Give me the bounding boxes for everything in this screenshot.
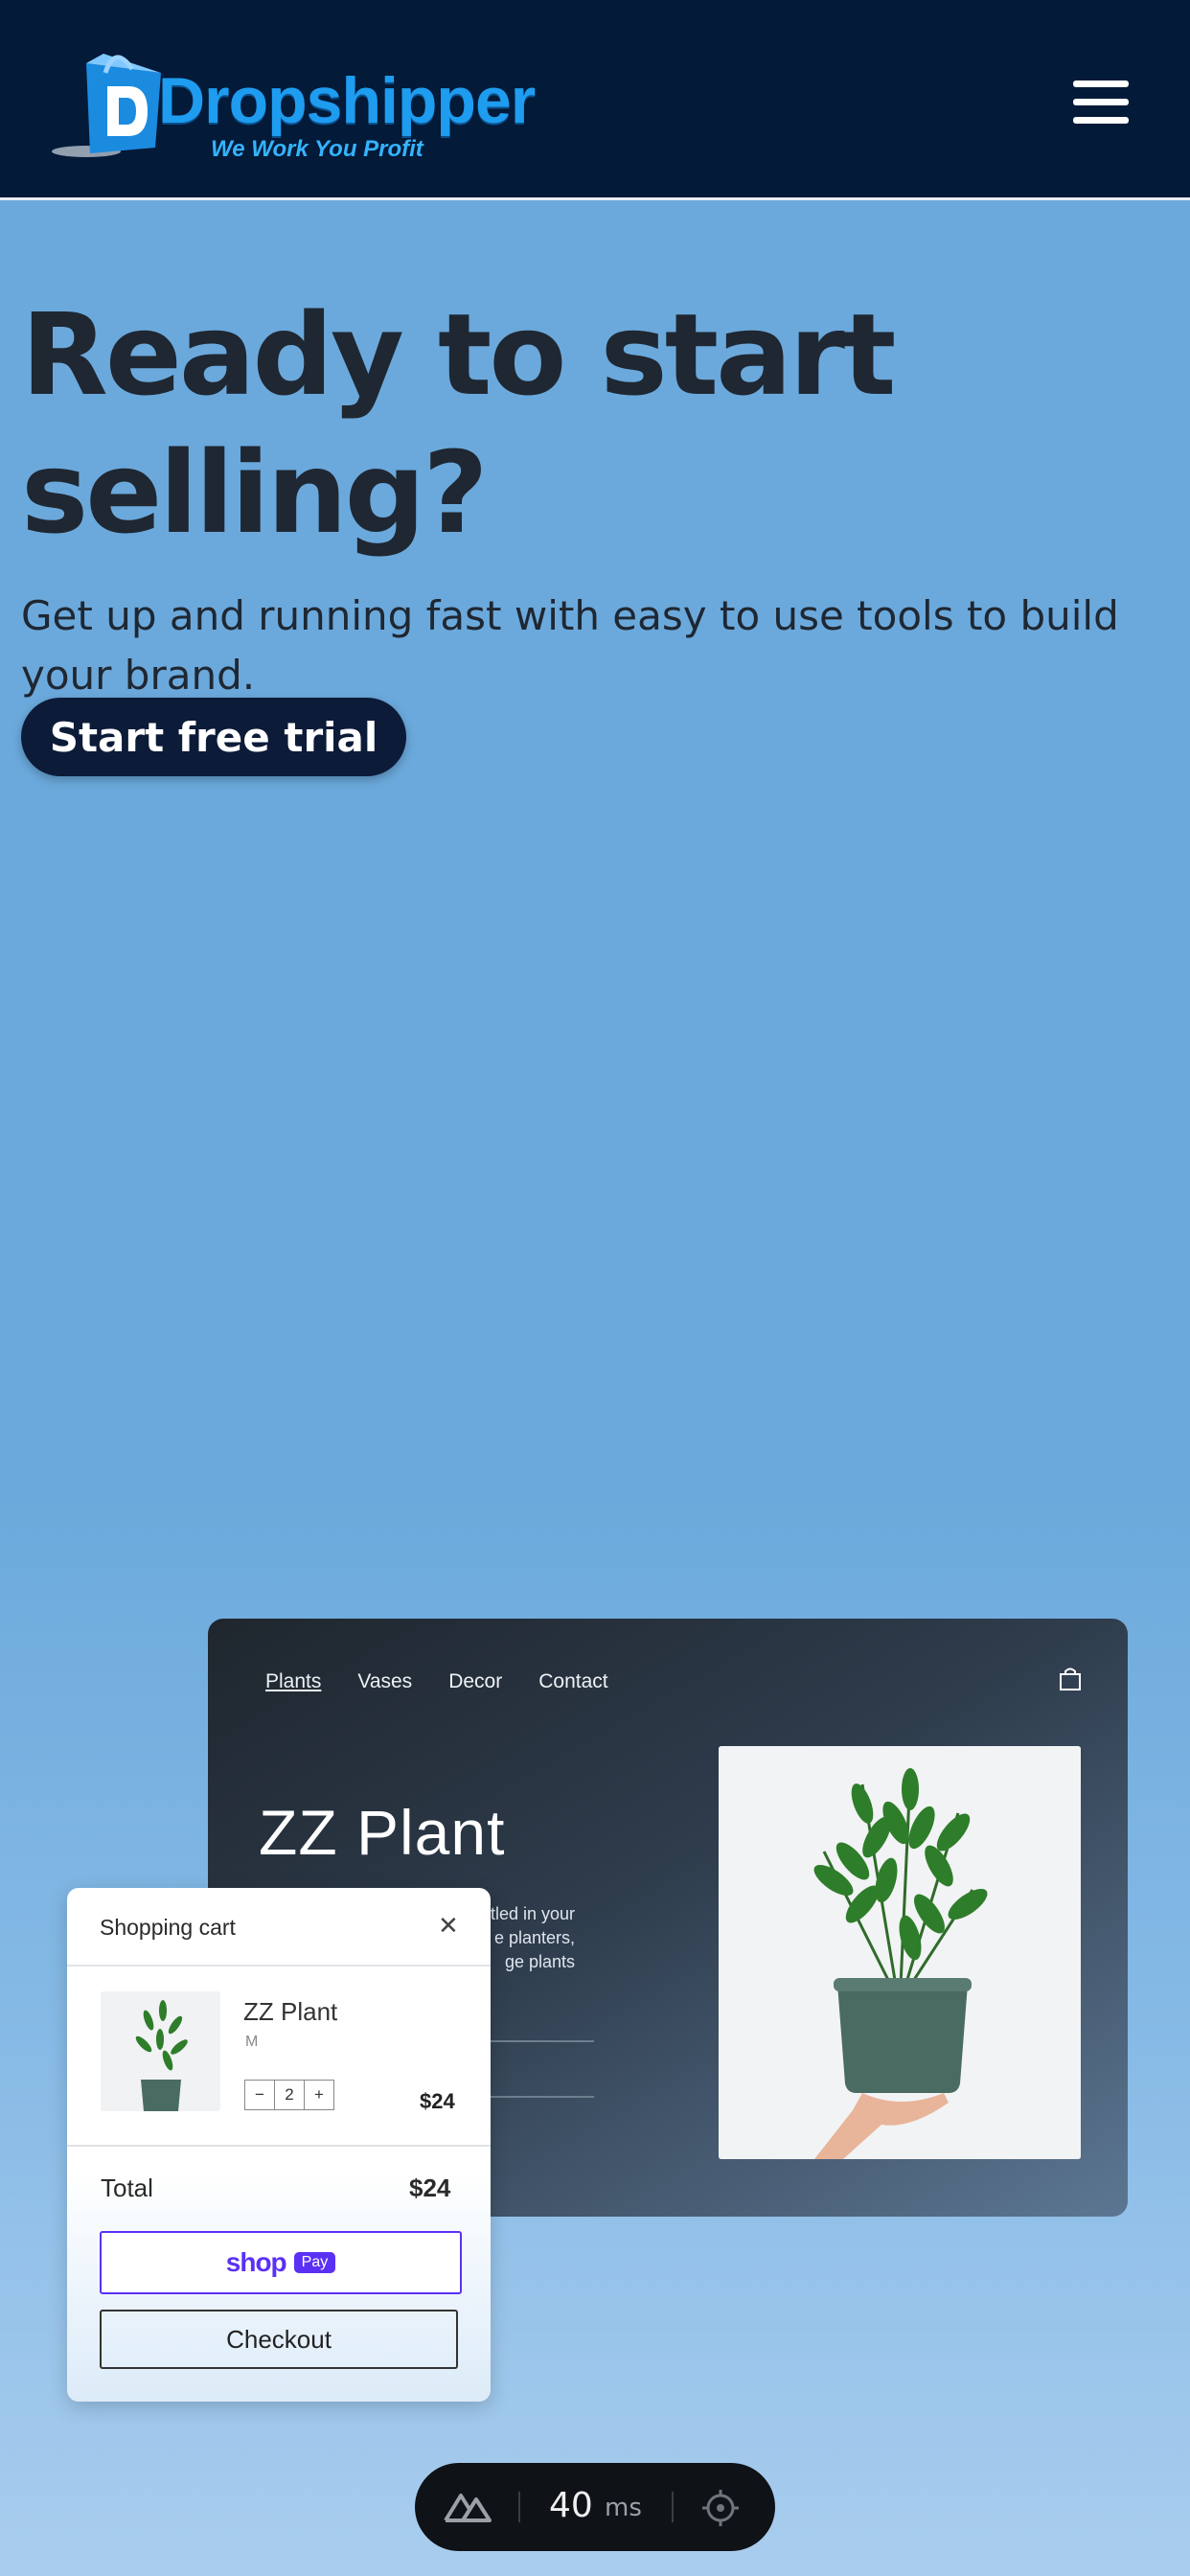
divider	[67, 1965, 491, 1966]
product-photo	[719, 1746, 1081, 2159]
divider	[67, 2145, 491, 2147]
cart-item-thumbnail	[101, 1991, 220, 2111]
cart-heading: Shopping cart	[100, 1915, 236, 1940]
store-nav-vases[interactable]: Vases	[357, 1670, 412, 1693]
checkout-button[interactable]: Checkout	[100, 2310, 458, 2369]
hero-subtitle: Get up and running fast with easy to use…	[21, 592, 1119, 699]
quantity-stepper: − 2 +	[244, 2080, 334, 2110]
quantity-value: 2	[274, 2080, 305, 2110]
dropshipper-logo[interactable]: Dropshipper We Work You Profit	[48, 44, 565, 167]
shop-pay-button[interactable]: shop Pay	[100, 2231, 462, 2294]
cart-item-price: $24	[420, 2089, 455, 2113]
logo-tagline: We Work You Profit	[211, 136, 423, 162]
crosshair-icon[interactable]	[700, 2488, 741, 2528]
store-nav: Plants Vases Decor Contact	[265, 1670, 608, 1693]
logo-wordmark: Dropshipper	[158, 64, 536, 137]
store-nav-plants[interactable]: Plants	[265, 1670, 321, 1693]
render-time-unit: ms	[605, 2494, 642, 2522]
zz-plant-thumbnail	[101, 1991, 220, 2111]
shopping-cart-popup: Shopping cart ✕ ZZ Plant M − 2 + $24 Tot…	[67, 1888, 491, 2402]
hero-title: Ready to start selling?	[21, 288, 896, 559]
increase-quantity-button[interactable]: +	[304, 2080, 334, 2110]
site-header: Dropshipper We Work You Profit	[0, 0, 1190, 200]
decrease-quantity-button[interactable]: −	[244, 2080, 275, 2110]
shop-pay-wordmark: shop	[225, 2247, 287, 2277]
close-icon[interactable]: ✕	[438, 1911, 459, 1941]
total-value: $24	[409, 2174, 451, 2202]
render-time-value: 40	[549, 2486, 593, 2525]
devtools-pill[interactable]: 40 ms	[415, 2463, 775, 2551]
zz-plant-image	[719, 1746, 1081, 2159]
separator	[672, 2492, 674, 2522]
total-label: Total	[101, 2174, 153, 2202]
cart-item-name: ZZ Plant	[243, 1997, 338, 2026]
shop-pay-badge: Pay	[293, 2252, 336, 2273]
nuxt-logo-icon[interactable]	[442, 2490, 493, 2524]
start-free-trial-button[interactable]: Start free trial	[21, 698, 406, 776]
hamburger-menu-icon[interactable]	[1073, 80, 1129, 125]
shopping-bag-logo-icon	[52, 54, 161, 157]
shopping-bag-icon[interactable]	[1059, 1667, 1082, 1691]
separator	[518, 2492, 520, 2522]
store-nav-decor[interactable]: Decor	[448, 1670, 502, 1693]
cart-item-variant: M	[245, 2034, 259, 2050]
product-title: ZZ Plant	[259, 1797, 506, 1868]
store-nav-contact[interactable]: Contact	[538, 1670, 607, 1693]
